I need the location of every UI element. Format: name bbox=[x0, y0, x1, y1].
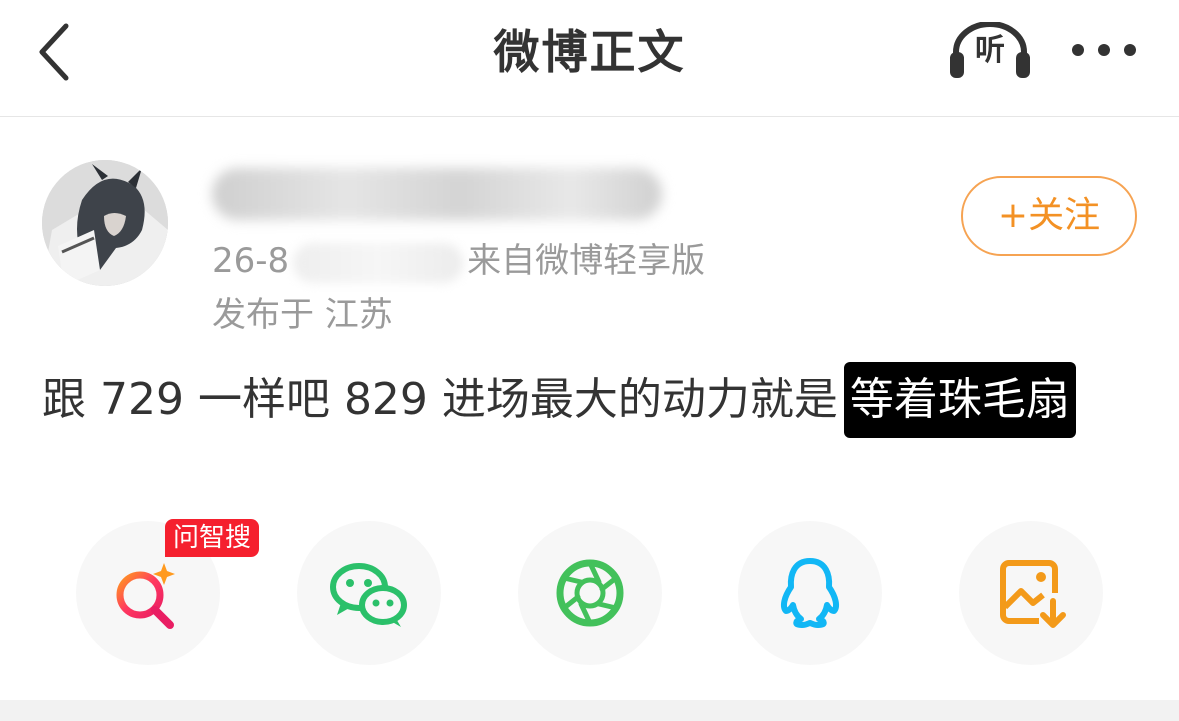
avatar[interactable] bbox=[42, 160, 168, 286]
more-button[interactable] bbox=[1068, 30, 1140, 70]
save-image-button[interactable] bbox=[959, 521, 1103, 665]
search-ai-icon bbox=[116, 563, 175, 629]
ai-search-badge: 问智搜 bbox=[165, 519, 260, 557]
username[interactable] bbox=[212, 168, 662, 220]
post-text-highlight: 等着珠毛扇 bbox=[843, 362, 1076, 438]
more-dots-icon bbox=[1072, 44, 1136, 56]
section-divider bbox=[0, 700, 1179, 721]
save-image-icon bbox=[1000, 560, 1066, 628]
post-meta: 26-8 来自微博轻享版 bbox=[212, 238, 705, 284]
share-qq-button[interactable] bbox=[738, 521, 882, 665]
post-location: 发布于 江苏 bbox=[212, 295, 393, 335]
listen-button[interactable]: 听 bbox=[946, 22, 1034, 82]
top-navigation-bar: 微博正文 听 bbox=[0, 0, 1179, 117]
post-time: 26-8 bbox=[212, 241, 290, 281]
post-body: 跟 729 一样吧 829 进场最大的动力就是 等着珠毛扇 bbox=[42, 362, 1076, 438]
moments-icon bbox=[556, 559, 624, 627]
post-text: 跟 729 一样吧 829 进场最大的动力就是 bbox=[42, 374, 838, 425]
avatar-image bbox=[42, 160, 168, 286]
share-wechat-button[interactable] bbox=[297, 521, 441, 665]
follow-button[interactable]: +关注 bbox=[961, 176, 1137, 256]
wechat-icon bbox=[330, 563, 407, 627]
listen-label: 听 bbox=[975, 33, 1005, 68]
post-time-blurred bbox=[293, 242, 464, 283]
post-source: 来自微博轻享版 bbox=[467, 241, 706, 281]
share-moments-button[interactable] bbox=[518, 521, 662, 665]
qq-icon bbox=[780, 558, 840, 628]
